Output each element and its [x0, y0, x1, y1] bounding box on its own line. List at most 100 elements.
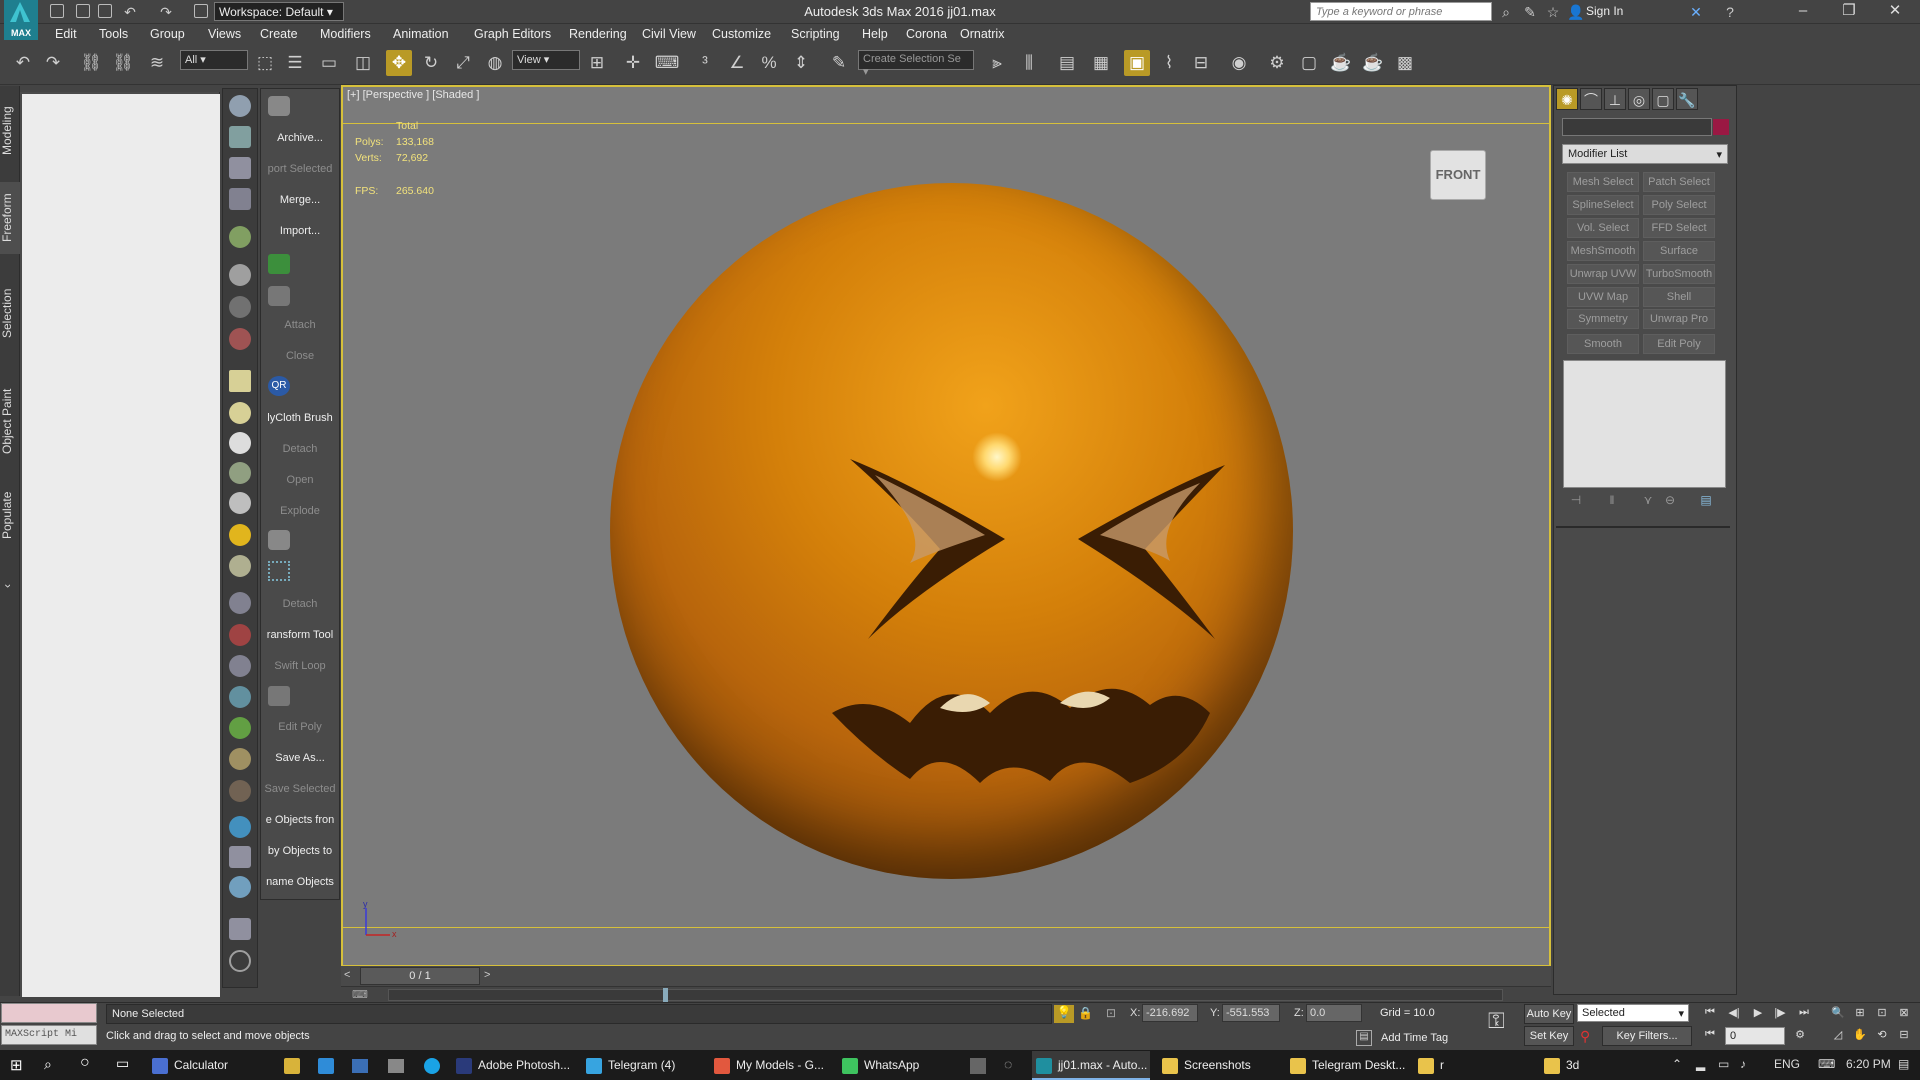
speaker-icon[interactable] — [229, 296, 251, 318]
modifier-list-dropdown[interactable]: Modifier List ▾ — [1562, 144, 1728, 164]
next-frame-icon[interactable]: |▶ — [1770, 1006, 1790, 1022]
grid-icon[interactable] — [229, 592, 251, 614]
modifier-unwrap-uvw[interactable]: Unwrap UVW — [1567, 264, 1639, 284]
pivot-center-icon[interactable]: ⊞ — [584, 50, 610, 76]
tray-network-icon[interactable]: ▂ — [1696, 1057, 1705, 1071]
mesh-icon[interactable] — [229, 462, 251, 484]
key-icon[interactable]: ⚿ — [1488, 1008, 1505, 1034]
tray-keyboard-icon[interactable]: ⌨ — [1818, 1057, 1835, 1071]
maxscript-mini-listener[interactable]: MAXScript Mi — [1, 1025, 97, 1045]
taskbar-desktop-icon[interactable] — [352, 1059, 368, 1073]
select-and-rotate-icon[interactable]: ↻ — [418, 50, 444, 76]
selection-filter-dropdown[interactable]: All ▾ — [180, 50, 248, 70]
menu-rendering[interactable]: Rendering — [569, 27, 627, 41]
menu-edit[interactable]: Edit — [55, 27, 77, 41]
save-icon[interactable] — [98, 4, 112, 18]
keyboard-shortcut-icon[interactable]: ⌨ — [654, 50, 680, 76]
color-objects-icon[interactable] — [229, 876, 251, 898]
taskbar-3d-folder[interactable]: 3d — [1540, 1051, 1660, 1080]
rename-objects-button[interactable]: name Objects — [262, 876, 338, 888]
tab-modeling[interactable]: Modeling — [0, 96, 20, 166]
scene-explorer-icon[interactable]: ▣ — [1124, 50, 1150, 76]
copy-objects-button[interactable]: by Objects to — [262, 845, 338, 857]
skype-icon[interactable] — [424, 1058, 440, 1074]
curve-editor-mini-icon[interactable]: ⌨ — [352, 988, 368, 1001]
workspace-dropdown[interactable]: Workspace: Default ▾ — [214, 2, 344, 21]
hierarchy-tab-icon[interactable]: ⊥ — [1604, 88, 1626, 110]
open-file-icon[interactable] — [76, 4, 90, 18]
taskbar-pictures-icon[interactable] — [388, 1059, 404, 1073]
reference-coord-dropdown[interactable]: View ▾ — [512, 50, 580, 70]
undo-icon[interactable]: ↶ — [120, 2, 140, 22]
animal-icon[interactable] — [229, 264, 251, 286]
binoculars-icon[interactable]: ⌕ — [1496, 2, 1516, 22]
teapot-icon[interactable] — [229, 95, 251, 117]
modifier-ffd-select[interactable]: FFD Select — [1643, 218, 1715, 238]
attach-button[interactable]: Attach — [262, 319, 338, 331]
taskbar-screenshots-folder[interactable]: Screenshots — [1158, 1051, 1284, 1080]
restore-button[interactable]: ❐ — [1826, 0, 1872, 24]
time-config-icon[interactable]: ⚙ — [1790, 1028, 1810, 1044]
mirror-icon[interactable]: ⫸ — [984, 50, 1010, 76]
tray-clock[interactable]: 6:20 PM — [1846, 1057, 1891, 1071]
swift-loop-button[interactable]: Swift Loop — [262, 660, 338, 672]
tab-freeform[interactable]: Freeform — [0, 182, 20, 254]
zoom-extents-all-icon[interactable]: ⊠ — [1894, 1006, 1914, 1022]
maximize-viewport-icon[interactable]: ⊟ — [1894, 1028, 1914, 1044]
taskbar-store[interactable] — [280, 1051, 308, 1080]
pin-stack-icon[interactable]: ⊣ — [1568, 493, 1584, 509]
sphere-icon[interactable] — [229, 816, 251, 838]
time-slider[interactable] — [341, 966, 1551, 986]
favorites-star-icon[interactable]: ☆ — [1543, 2, 1563, 22]
place-icon[interactable]: ◍ — [482, 50, 508, 76]
z-coord-field[interactable]: 0.0 — [1306, 1004, 1362, 1022]
circle-icon[interactable] — [229, 432, 251, 454]
modifier-edit-poly[interactable]: Edit Poly — [1643, 334, 1715, 354]
time-next-button[interactable]: > — [484, 969, 490, 981]
taskbar-telegram[interactable]: Telegram (4) — [582, 1051, 708, 1080]
tab-populate[interactable]: Populate — [0, 480, 20, 550]
render-production-icon[interactable]: ☕ — [1328, 50, 1354, 76]
select-and-scale-icon[interactable]: ⤢ — [450, 50, 476, 76]
project-icon[interactable] — [194, 4, 208, 18]
key-mode-toggle-icon[interactable]: ⏮ — [1700, 1028, 1720, 1044]
modifier-unwrap-pro[interactable]: Unwrap Pro — [1643, 309, 1715, 329]
menu-help[interactable]: Help — [862, 27, 888, 41]
modifier-mesh-select[interactable]: Mesh Select — [1567, 172, 1639, 192]
taskbar-whatsapp[interactable]: WhatsApp — [838, 1051, 964, 1080]
exchange-icon[interactable]: ✕ — [1686, 2, 1706, 22]
subscription-icon[interactable]: ✎ — [1520, 2, 1540, 22]
tab-selection[interactable]: Selection — [0, 278, 20, 348]
link-icon[interactable]: ⛓ — [78, 50, 104, 76]
menu-modifiers[interactable]: Modifiers — [320, 27, 371, 41]
save-selected-button[interactable]: Save Selected — [262, 783, 338, 795]
import-button[interactable]: Import... — [262, 225, 338, 237]
show-end-result-icon[interactable]: ‖ — [1604, 493, 1620, 509]
field-of-view-icon[interactable]: ◿ — [1828, 1028, 1848, 1044]
cone-icon[interactable] — [229, 492, 251, 514]
detach-button[interactable]: Detach — [262, 443, 338, 455]
globe-icon[interactable] — [229, 686, 251, 708]
tray-battery-icon[interactable]: ▭ — [1718, 1057, 1729, 1071]
texture-icon[interactable] — [229, 780, 251, 802]
archive-button[interactable]: Archive... — [262, 132, 338, 144]
layers-icon[interactable] — [229, 918, 251, 940]
time-slider-thumb[interactable]: 0 / 1 — [360, 967, 480, 985]
menu-graph-editors[interactable]: Graph Editors — [474, 27, 551, 41]
modifier-smooth[interactable]: Smooth — [1567, 334, 1639, 354]
curve-editor-icon[interactable]: ⌇ — [1156, 50, 1182, 76]
menu-group[interactable]: Group — [150, 27, 185, 41]
help-search-input[interactable]: Type a keyword or phrase — [1310, 2, 1492, 21]
percent-snap-icon[interactable]: % — [756, 50, 782, 76]
modifier-meshsmooth[interactable]: MeshSmooth — [1567, 241, 1639, 261]
modifier-symmetry[interactable]: Symmetry — [1567, 309, 1639, 329]
action-center-icon[interactable]: ▤ — [1898, 1057, 1909, 1071]
bind-space-warp-icon[interactable]: ≋ — [144, 50, 170, 76]
align-icon[interactable]: ⫼ — [1016, 50, 1042, 76]
redo-tool-icon[interactable]: ↷ — [40, 50, 66, 76]
save-as-button[interactable]: Save As... — [262, 752, 338, 764]
close-command-button[interactable]: Close — [262, 350, 338, 362]
taskbar-3dsmax[interactable]: jj01.max - Auto... — [1032, 1051, 1150, 1080]
toggle-ribbon-icon[interactable]: ▦ — [1088, 50, 1114, 76]
taskbar-chrome-my-models[interactable]: My Models - G... — [710, 1051, 836, 1080]
